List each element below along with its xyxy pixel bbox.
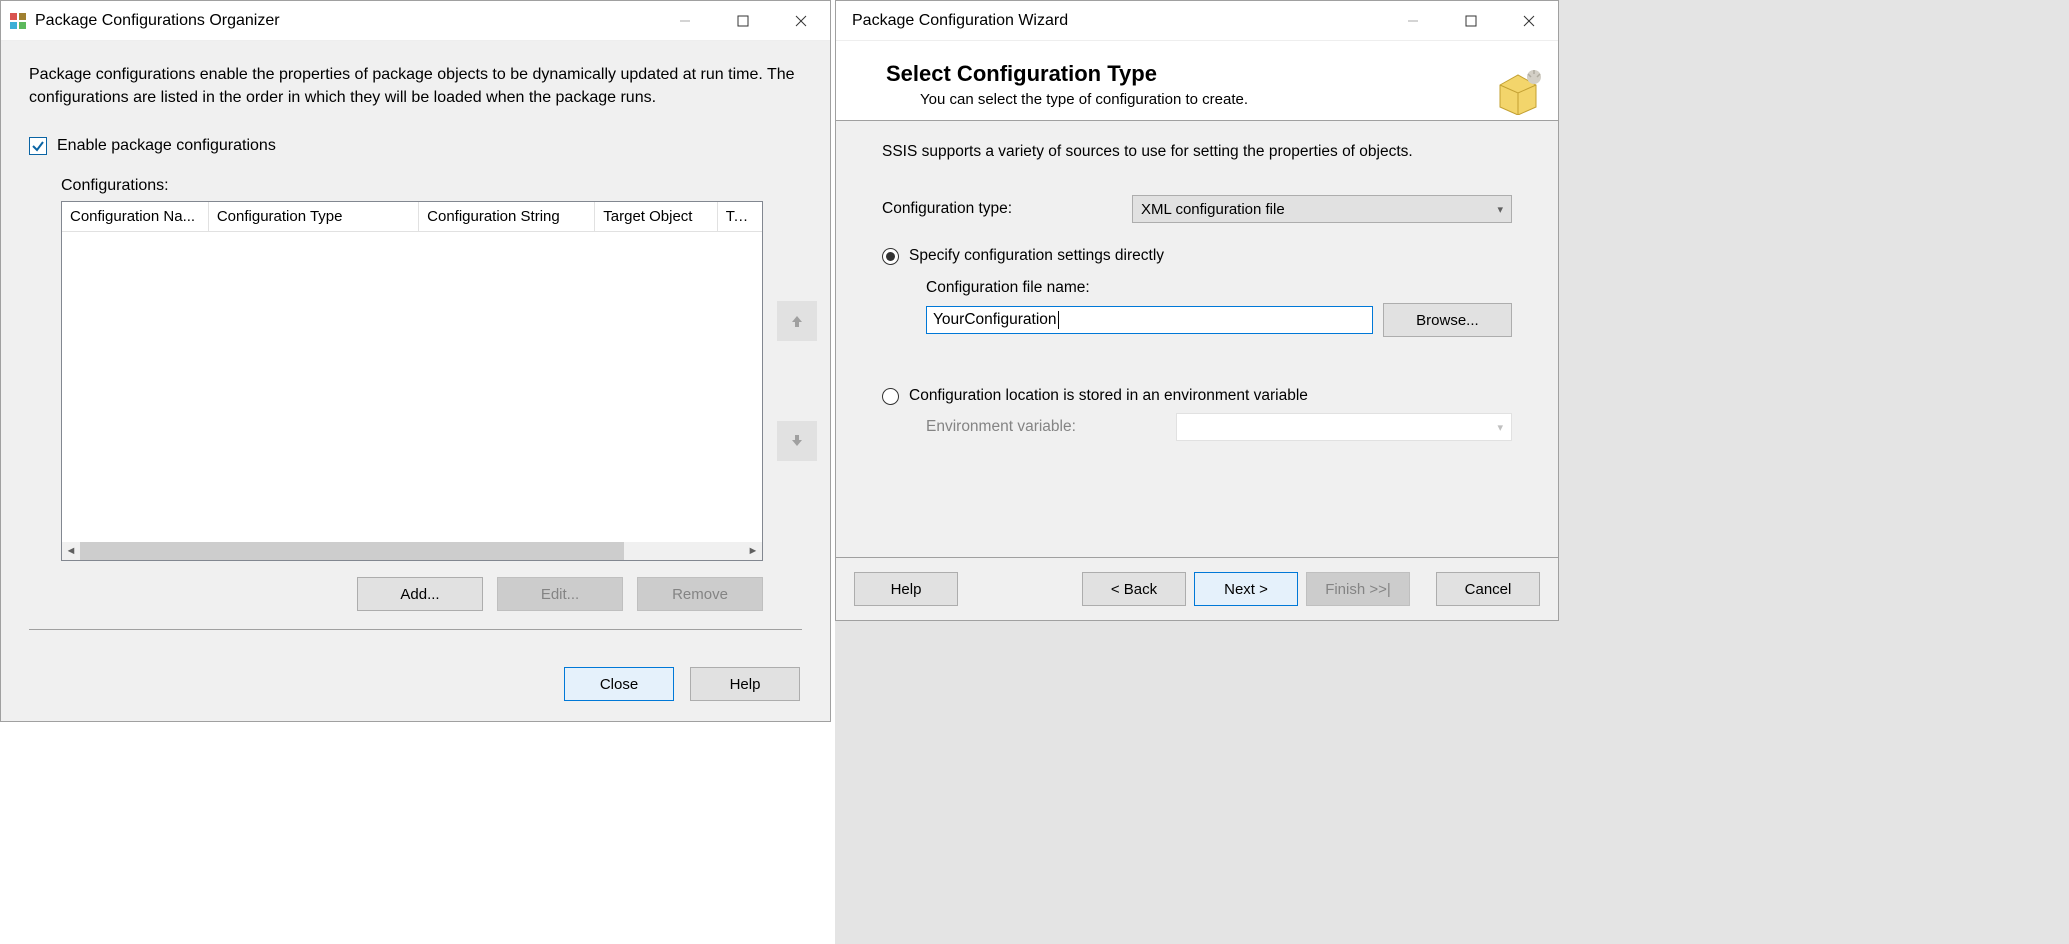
wizard-body: SSIS supports a variety of sources to us… xyxy=(836,120,1558,557)
organizer-footer: Close Help xyxy=(29,667,802,701)
add-button[interactable]: Add... xyxy=(357,577,483,611)
close-button[interactable] xyxy=(1500,1,1558,40)
col-name[interactable]: Configuration Na... xyxy=(62,202,209,231)
help-button[interactable]: Help xyxy=(854,572,958,606)
env-radio-label: Configuration location is stored in an e… xyxy=(909,387,1308,405)
finish-button: Finish >>| xyxy=(1306,572,1410,606)
organizer-window: Package Configurations Organizer Package… xyxy=(0,0,831,722)
grid-body[interactable] xyxy=(62,232,762,542)
browse-button[interactable]: Browse... xyxy=(1383,303,1512,337)
col-type[interactable]: Configuration Type xyxy=(209,202,419,231)
wizard-heading: Select Configuration Type xyxy=(886,61,1534,87)
organizer-body: Package configurations enable the proper… xyxy=(1,41,830,721)
minimize-button[interactable] xyxy=(1384,1,1442,40)
direct-radio-row[interactable]: Specify configuration settings directly xyxy=(882,247,1512,265)
enable-label: Enable package configurations xyxy=(57,137,276,155)
chevron-down-icon: ▾ xyxy=(1497,203,1503,216)
scroll-right-icon[interactable]: ► xyxy=(744,542,762,560)
help-main-button[interactable]: Help xyxy=(690,667,800,701)
separator xyxy=(29,629,802,630)
maximize-button[interactable] xyxy=(714,1,772,40)
cancel-button[interactable]: Cancel xyxy=(1436,572,1540,606)
env-combo: ▾ xyxy=(1176,413,1512,441)
wizard-sub: You can select the type of configuration… xyxy=(920,91,1534,108)
app-icon xyxy=(9,12,27,30)
wizard-header: Select Configuration Type You can select… xyxy=(836,41,1558,120)
remove-button: Remove xyxy=(637,577,763,611)
organizer-window-buttons xyxy=(656,1,830,40)
config-grid[interactable]: Configuration Na... Configuration Type C… xyxy=(61,201,763,561)
wizard-title: Package Configuration Wizard xyxy=(852,12,1068,30)
close-main-button[interactable]: Close xyxy=(564,667,674,701)
move-up-button[interactable] xyxy=(777,301,817,341)
scroll-thumb[interactable] xyxy=(80,542,624,560)
backdrop xyxy=(1559,0,2069,944)
package-icon xyxy=(1492,67,1544,115)
organizer-titlebar[interactable]: Package Configurations Organizer xyxy=(1,1,830,41)
wizard-window-buttons xyxy=(1384,1,1558,40)
config-type-row: Configuration type: XML configuration fi… xyxy=(882,195,1512,223)
config-type-combo[interactable]: XML configuration file ▾ xyxy=(1132,195,1512,223)
support-text: SSIS supports a variety of sources to us… xyxy=(882,143,1512,161)
col-target[interactable]: Target Object xyxy=(595,202,717,231)
config-type-value: XML configuration file xyxy=(1141,201,1285,218)
env-radio-row[interactable]: Configuration location is stored in an e… xyxy=(882,387,1512,405)
close-button[interactable] xyxy=(772,1,830,40)
chevron-down-icon: ▾ xyxy=(1497,421,1503,434)
grid-header: Configuration Na... Configuration Type C… xyxy=(62,202,762,232)
minimize-button[interactable] xyxy=(656,1,714,40)
col-targprop[interactable]: Targ xyxy=(718,202,762,231)
scroll-track[interactable] xyxy=(80,542,744,560)
file-row: YourConfiguration Browse... xyxy=(926,303,1512,337)
wizard-titlebar[interactable]: Package Configuration Wizard xyxy=(836,1,1558,41)
move-down-button[interactable] xyxy=(777,421,817,461)
env-radio[interactable] xyxy=(882,388,899,405)
col-string[interactable]: Configuration String xyxy=(419,202,595,231)
text-cursor xyxy=(1058,311,1059,329)
env-label: Environment variable: xyxy=(926,418,1156,436)
enable-checkbox-row[interactable]: Enable package configurations xyxy=(29,137,802,155)
direct-radio-label: Specify configuration settings directly xyxy=(909,247,1164,265)
wizard-window: Package Configuration Wizard Select Conf… xyxy=(835,0,1559,621)
back-button[interactable]: < Back xyxy=(1082,572,1186,606)
direct-radio[interactable] xyxy=(882,248,899,265)
maximize-button[interactable] xyxy=(1442,1,1500,40)
scroll-left-icon[interactable]: ◄ xyxy=(62,542,80,560)
file-name-value: YourConfiguration xyxy=(933,311,1057,329)
wizard-footer: Help < Back Next > Finish >>| Cancel xyxy=(836,557,1558,620)
reorder-buttons xyxy=(777,201,817,561)
grid-buttons: Add... Edit... Remove xyxy=(61,577,763,611)
intro-text: Package configurations enable the proper… xyxy=(29,63,799,109)
grid-hscroll[interactable]: ◄ ► xyxy=(62,542,762,560)
file-label: Configuration file name: xyxy=(926,279,1512,297)
file-name-input[interactable]: YourConfiguration xyxy=(926,306,1373,334)
backdrop xyxy=(835,621,1559,944)
config-type-label: Configuration type: xyxy=(882,200,1112,218)
organizer-title: Package Configurations Organizer xyxy=(35,12,280,30)
edit-button: Edit... xyxy=(497,577,623,611)
configs-label: Configurations: xyxy=(61,177,802,195)
enable-checkbox[interactable] xyxy=(29,137,47,155)
env-row: Environment variable: ▾ xyxy=(926,413,1512,441)
next-button[interactable]: Next > xyxy=(1194,572,1298,606)
